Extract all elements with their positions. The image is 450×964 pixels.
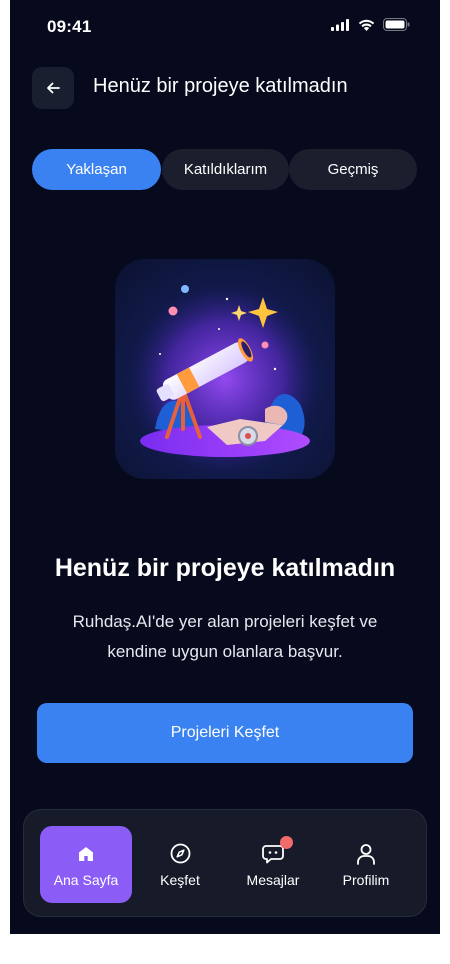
signal-icon bbox=[331, 18, 349, 31]
nav-item-messages[interactable]: Mesajlar bbox=[227, 826, 319, 903]
user-icon bbox=[356, 842, 376, 866]
nav-item-home[interactable]: Ana Sayfa bbox=[40, 826, 132, 903]
home-icon bbox=[76, 842, 96, 866]
nav-label: Mesajlar bbox=[246, 871, 300, 888]
compass-icon bbox=[170, 842, 191, 866]
back-button[interactable] bbox=[32, 67, 74, 109]
telescope-illustration bbox=[115, 259, 335, 479]
tab-upcoming[interactable]: Yaklaşan bbox=[32, 149, 161, 190]
explore-projects-button[interactable]: Projeleri Keşfet bbox=[37, 703, 413, 763]
nav-item-profile[interactable]: Profilim bbox=[320, 826, 412, 903]
status-time: 09:41 bbox=[47, 17, 92, 36]
empty-state-title: Henüz bir projeye katılmadın bbox=[54, 554, 396, 582]
notification-badge bbox=[280, 835, 293, 849]
bottom-nav: Ana Sayfa Keşfet Mesajlar Profilim bbox=[23, 809, 427, 917]
nav-label: Profilim bbox=[342, 871, 390, 888]
status-bar: 09:41 bbox=[10, 0, 440, 54]
wifi-icon bbox=[358, 19, 375, 31]
nav-label: Ana Sayfa bbox=[53, 871, 119, 888]
nav-label: Keşfet bbox=[160, 871, 200, 888]
chat-icon bbox=[262, 835, 293, 866]
page-title: Henüz bir projeye katılmadın bbox=[93, 75, 348, 97]
battery-icon bbox=[383, 18, 410, 31]
tab-joined[interactable]: Katıldıklarım bbox=[162, 149, 289, 190]
arrow-left-icon bbox=[47, 82, 60, 94]
nav-item-explore[interactable]: Keşfet bbox=[134, 826, 226, 903]
empty-state-description: Ruhdaş.AI'de yer alan projeleri keşfet v… bbox=[72, 612, 378, 661]
status-icons bbox=[331, 18, 410, 31]
tab-past[interactable]: Geçmiş bbox=[289, 149, 417, 190]
app-screen: 09:41 Henüz bir projeye katılmadın Yakla… bbox=[10, 0, 440, 934]
